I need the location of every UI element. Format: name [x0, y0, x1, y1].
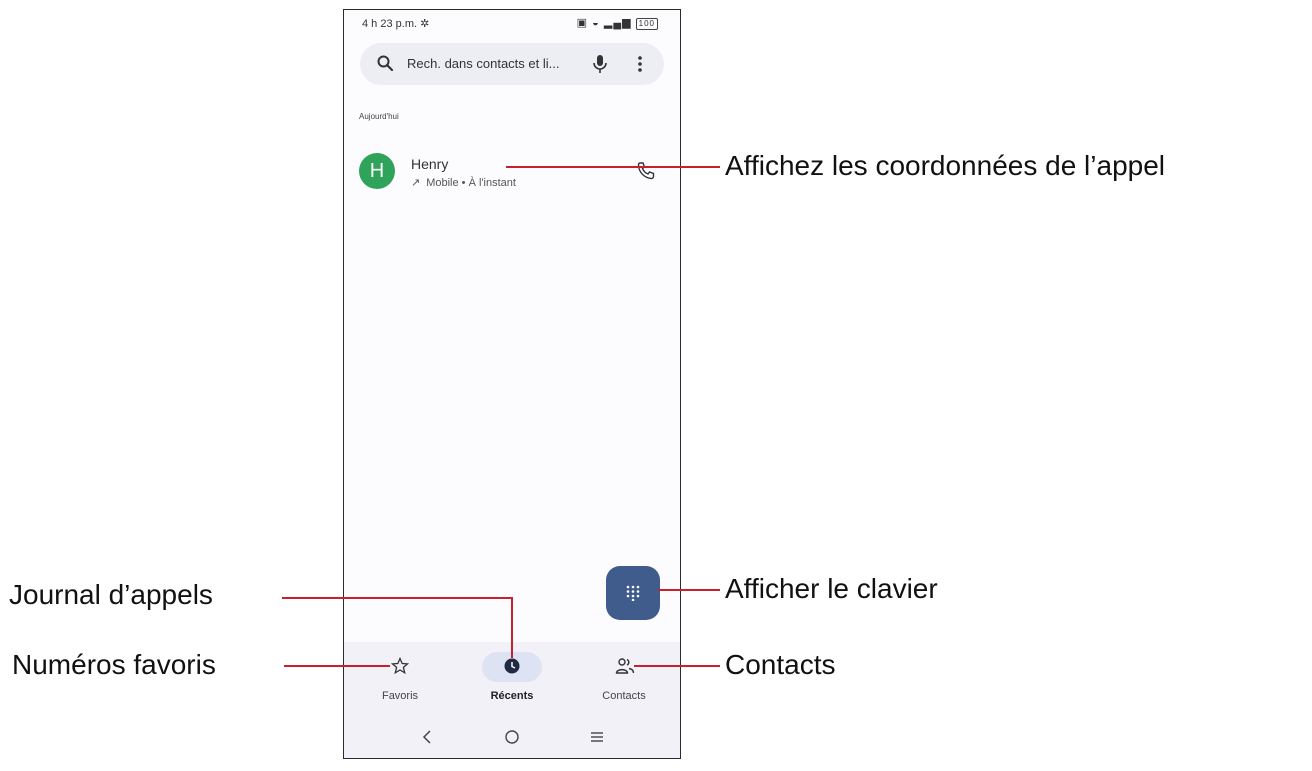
callout-contacts: Contacts	[725, 649, 836, 680]
back-icon[interactable]	[421, 729, 433, 745]
signal-icon: ▂▄▆	[603, 17, 632, 29]
outgoing-call-arrow-icon: ↗	[411, 177, 421, 189]
people-icon	[615, 658, 635, 674]
search-input[interactable]: Rech. dans contacts et li...	[407, 56, 559, 71]
home-icon[interactable]	[504, 729, 520, 745]
clock-icon	[504, 658, 520, 674]
search-bar[interactable]: Rech. dans contacts et li...	[360, 43, 664, 85]
nav-item-contacts[interactable]: Contacts	[574, 642, 674, 714]
wifi-icon: ◒	[592, 17, 600, 29]
dialpad-icon	[626, 585, 640, 601]
star-icon	[391, 657, 409, 675]
search-icon	[377, 55, 394, 72]
nav-item-favorites[interactable]: Favoris	[350, 642, 450, 714]
nav-label-favorites: Favoris	[381, 690, 419, 702]
callout-line-contacts	[634, 665, 720, 667]
callout-show-keypad: Afficher le clavier	[725, 573, 938, 604]
callout-line-call-details	[506, 166, 720, 168]
avatar: H	[359, 153, 395, 189]
system-navigation-bar	[344, 714, 680, 758]
nav-label-recents: Récents	[490, 690, 534, 702]
dialpad-fab-button[interactable]	[606, 566, 660, 620]
callout-line-favorites	[284, 665, 390, 667]
vibrate-icon: ▣	[576, 17, 589, 29]
status-bar: 4 h 23 p.m. ✲ ▣ ◒ ▂▄▆ 100	[344, 10, 680, 38]
callout-line-call-log-vertical	[511, 597, 513, 658]
call-detail: ↗ Mobile • À l'instant	[411, 177, 516, 189]
callout-favorites: Numéros favoris	[12, 649, 216, 680]
callout-call-log: Journal d’appels	[9, 579, 213, 610]
section-header-today: Aujourd'hui	[359, 112, 399, 121]
status-icons: ▣ ◒ ▂▄▆ 100	[577, 16, 658, 30]
recents-icon[interactable]	[589, 729, 605, 745]
battery-icon: 100	[635, 18, 658, 30]
settings-gear-icon: ✲	[420, 18, 430, 30]
caller-name: Henry	[411, 156, 449, 172]
status-time: 4 h 23 p.m. ✲	[362, 18, 430, 30]
callout-call-details: Affichez les coordonnées de l’appel	[725, 150, 1166, 181]
microphone-icon[interactable]	[592, 54, 608, 74]
nav-label-contacts: Contacts	[602, 690, 646, 702]
callout-line-call-log-horizontal	[282, 597, 513, 599]
callout-line-keypad	[658, 589, 720, 591]
more-options-icon[interactable]	[637, 54, 643, 74]
call-log-item[interactable]: H Henry ↗ Mobile • À l'instant	[344, 148, 680, 200]
phone-call-icon[interactable]	[636, 161, 656, 181]
